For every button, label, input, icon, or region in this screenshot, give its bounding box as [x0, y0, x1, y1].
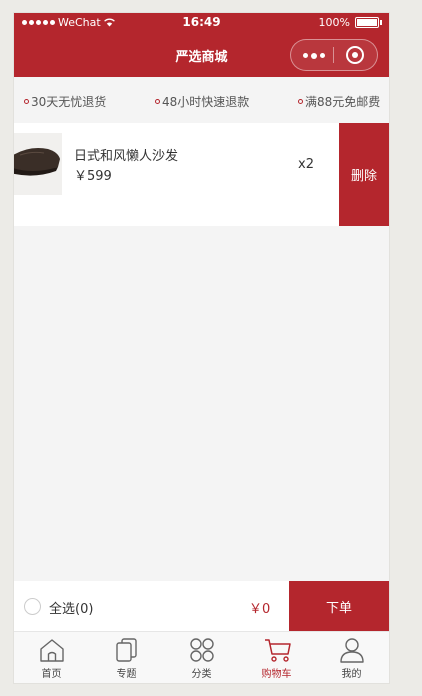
delete-button[interactable]: 删除 [339, 123, 389, 226]
tab-label: 首页 [41, 669, 62, 680]
tab-topics[interactable]: 专题 [89, 632, 164, 683]
service-label: 30天无忧退货 [31, 95, 107, 109]
product-price: ￥599 [74, 169, 112, 184]
tab-label: 专题 [116, 669, 137, 680]
select-all-label[interactable]: 全选(0) [49, 598, 93, 617]
service-promises: 30天无忧退货 48小时快速退款 满88元免邮费 [14, 77, 389, 123]
tab-category[interactable]: 分类 [164, 632, 239, 683]
product-quantity: x2 [298, 157, 314, 172]
status-right: 100% [318, 16, 382, 29]
total-price: ￥0 [249, 602, 271, 617]
dot-icon [24, 99, 29, 104]
sofa-image [14, 133, 62, 195]
home-icon [40, 639, 64, 662]
battery-percent: 100% [318, 16, 350, 29]
tab-cart[interactable]: 购物车 [239, 632, 314, 683]
tab-label: 我的 [341, 669, 362, 680]
select-all-checkbox[interactable] [24, 598, 41, 615]
dot-icon [298, 99, 303, 104]
nav-bar: 严选商城 [14, 33, 389, 77]
dot-icon [155, 99, 160, 104]
status-bar: WeChat 16:49 100% [14, 13, 389, 33]
product-image[interactable] [14, 133, 62, 195]
battery-icon [355, 17, 382, 28]
phone-screen: WeChat 16:49 100% 严选商城 30天无忧退货 48小时快速退款 [14, 13, 389, 683]
service-label: 48小时快速退款 [162, 95, 250, 109]
cart-item[interactable]: 日式和风懒人沙发 ￥599 x2 删除 [14, 123, 389, 226]
target-icon[interactable] [346, 46, 364, 64]
tab-home[interactable]: 首页 [14, 632, 89, 683]
service-item: 48小时快速退款 [155, 93, 249, 110]
product-name: 日式和风懒人沙发 [74, 149, 179, 164]
category-icon [190, 638, 214, 662]
service-label: 满88元免邮费 [305, 95, 381, 109]
tab-profile[interactable]: 我的 [314, 632, 389, 683]
capsule-divider [333, 47, 334, 63]
service-item: 30天无忧退货 [24, 93, 106, 110]
service-item: 满88元免邮费 [298, 93, 380, 110]
tab-label: 分类 [191, 669, 212, 680]
place-order-button[interactable]: 下单 [289, 581, 389, 631]
profile-icon [340, 638, 364, 663]
checkout-bar: 全选(0) ￥0 下单 [14, 581, 389, 631]
cart-icon [265, 639, 291, 662]
menu-capsule [290, 39, 378, 71]
more-icon[interactable] [303, 52, 325, 59]
tab-label: 购物车 [261, 669, 292, 680]
tab-bar: 首页 专题 分类 购物车 我的 [14, 631, 389, 683]
topics-icon [116, 638, 137, 662]
